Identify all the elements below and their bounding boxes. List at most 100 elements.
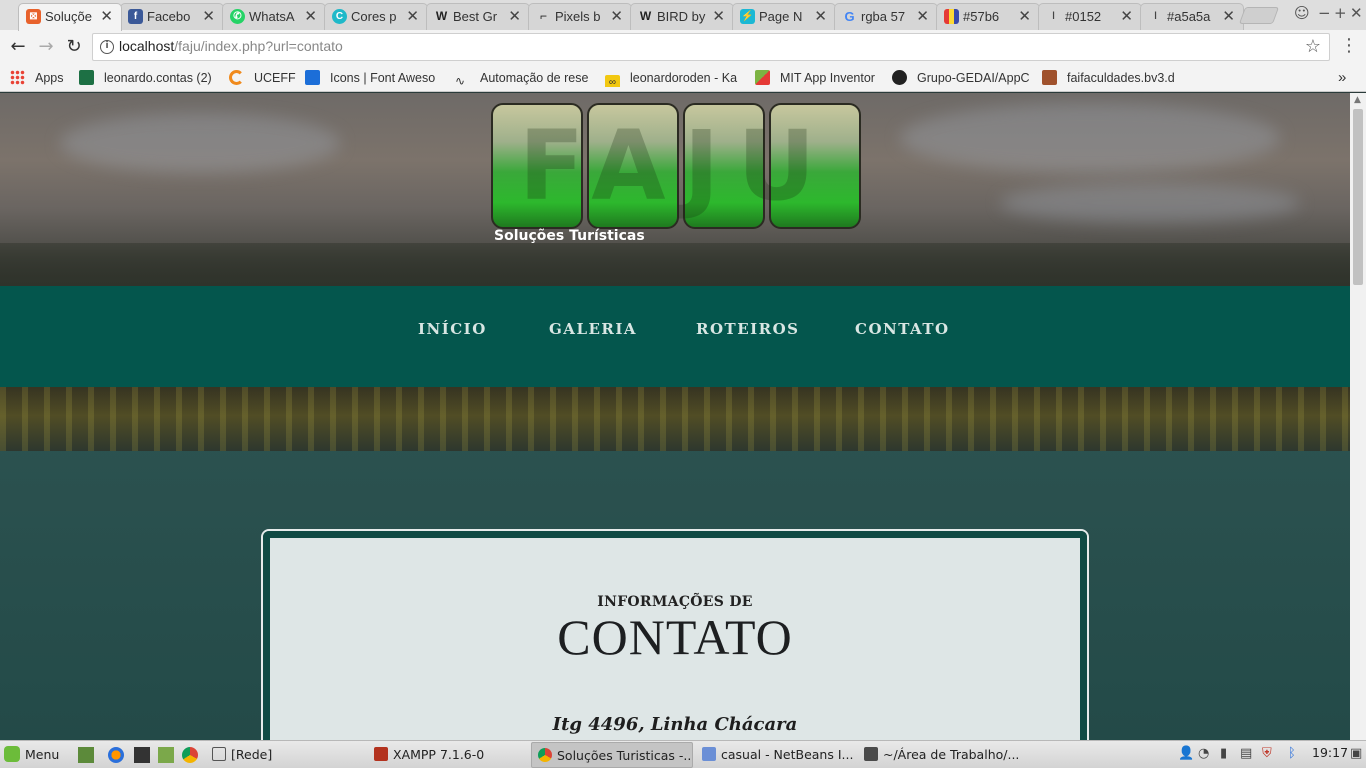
address-bar[interactable]: i localhost/faju/index.php?url=contato ☆ bbox=[92, 33, 1330, 61]
terminal-icon[interactable] bbox=[134, 747, 150, 763]
close-tab-icon[interactable]: ✕ bbox=[202, 4, 215, 29]
close-tab-icon[interactable]: ✕ bbox=[1120, 4, 1133, 29]
close-tab-icon[interactable]: ✕ bbox=[712, 4, 725, 29]
close-tab-icon[interactable]: ✕ bbox=[508, 4, 521, 29]
reload-icon[interactable]: ↻ bbox=[63, 36, 85, 58]
task-rede[interactable]: [Rede] bbox=[206, 742, 366, 768]
close-tab-icon[interactable]: ✕ bbox=[1222, 4, 1235, 29]
menu-kebab-icon[interactable]: ⋮ bbox=[1340, 35, 1358, 56]
color-bars-icon bbox=[944, 9, 959, 24]
bookmark-leonardo-contas[interactable]: leonardo.contas (2) bbox=[79, 69, 217, 87]
task-chrome-solucoes[interactable]: Soluções Turisticas -... bbox=[531, 742, 693, 768]
forward-arrow-icon[interactable]: → bbox=[35, 36, 57, 58]
tab-57b6[interactable]: #57b6 ✕ bbox=[936, 3, 1040, 30]
nav-link-contato[interactable]: CONTATO bbox=[855, 320, 950, 338]
firefox-icon[interactable] bbox=[108, 747, 124, 763]
tab-rgba[interactable]: G rgba 57 ✕ bbox=[834, 3, 938, 30]
browser-tab-strip: ⊠ Soluçõe ✕ f Facebo ✕ ✆ WhatsA ✕ C Core… bbox=[0, 0, 1366, 31]
system-taskbar: Menu [Rede] XAMPP 7.1.6-0 Soluções Turis… bbox=[0, 740, 1366, 768]
url-text[interactable]: localhost/faju/index.php?url=contato bbox=[119, 38, 343, 54]
canva-icon: C bbox=[332, 9, 347, 24]
faju-logo[interactable]: FAJU bbox=[491, 103, 861, 229]
appinventor-icon bbox=[755, 70, 770, 85]
start-menu-button[interactable]: Menu bbox=[4, 745, 68, 765]
bookmark-star-icon[interactable]: ☆ bbox=[1305, 36, 1321, 57]
tab-best-gr[interactable]: W Best Gr ✕ bbox=[426, 3, 530, 30]
bluetooth-icon[interactable]: ᛒ bbox=[1288, 746, 1296, 761]
bookmarks-overflow-icon[interactable]: » bbox=[1338, 69, 1346, 87]
scrollbar-thumb[interactable] bbox=[1353, 109, 1363, 285]
tab-facebook[interactable]: f Facebo ✕ bbox=[120, 3, 224, 30]
task-netbeans[interactable]: casual - NetBeans I... bbox=[696, 742, 856, 768]
contact-address: Itg 4496, Linha Chácara bbox=[552, 714, 798, 735]
show-desktop-icon[interactable] bbox=[78, 747, 94, 763]
bookmark-automacao[interactable]: ∿ Automação de rese bbox=[455, 69, 593, 87]
shield-icon[interactable]: ⛨ bbox=[1262, 746, 1272, 761]
tab-solucoes[interactable]: ⊠ Soluçõe ✕ bbox=[18, 3, 122, 31]
wifi-icon[interactable]: ◔ bbox=[1198, 746, 1209, 761]
maximize-icon[interactable]: + bbox=[1334, 4, 1347, 22]
close-tab-icon[interactable]: ✕ bbox=[1018, 4, 1031, 29]
excel-icon bbox=[79, 70, 94, 85]
bookmark-label: Apps bbox=[35, 71, 64, 85]
task-xampp[interactable]: XAMPP 7.1.6-0 bbox=[368, 742, 528, 768]
clipboard-icon[interactable]: ▤ bbox=[1240, 746, 1252, 761]
tab-whatsapp[interactable]: ✆ WhatsA ✕ bbox=[222, 3, 326, 30]
close-tab-icon[interactable]: ✕ bbox=[814, 4, 827, 29]
close-window-icon[interactable]: ✕ bbox=[1350, 4, 1363, 22]
whatsapp-icon: ✆ bbox=[230, 9, 245, 24]
task-label: ~/Área de Trabalho/... bbox=[883, 747, 1018, 762]
bookmark-mit-app-inventor[interactable]: MIT App Inventor bbox=[755, 69, 885, 87]
mint-logo-icon bbox=[4, 746, 20, 762]
page-scrollbar[interactable]: ▲ bbox=[1350, 93, 1366, 740]
close-tab-icon[interactable]: ✕ bbox=[406, 4, 419, 29]
tab-title: Soluçõe bbox=[45, 9, 92, 24]
logo-text: FAJU bbox=[518, 110, 834, 222]
close-tab-icon[interactable]: ✕ bbox=[304, 4, 317, 29]
close-tab-icon[interactable]: ✕ bbox=[916, 4, 929, 29]
tab-page[interactable]: ⚡ Page N ✕ bbox=[732, 3, 836, 30]
bookmark-apps[interactable]: Apps bbox=[10, 69, 70, 87]
tab-bird[interactable]: W BIRD by ✕ bbox=[630, 3, 734, 30]
user-icon[interactable]: 👤 bbox=[1178, 746, 1194, 761]
facebook-icon: f bbox=[128, 9, 143, 24]
battery-icon[interactable]: ▮ bbox=[1220, 746, 1227, 761]
arrow-icon bbox=[1042, 70, 1057, 85]
tab-title: Cores p bbox=[351, 9, 397, 24]
task-label: casual - NetBeans I... bbox=[721, 747, 854, 762]
info-icon[interactable]: i bbox=[100, 40, 114, 54]
nav-link-galeria[interactable]: GALERIA bbox=[549, 320, 637, 338]
notifications-icon[interactable]: ▣ bbox=[1350, 746, 1362, 761]
bookmark-leonardoroden[interactable]: ∞ leonardoroden - Ka bbox=[605, 69, 743, 87]
nav-link-inicio[interactable]: INÍCIO bbox=[418, 320, 487, 338]
profile-icon[interactable]: ☺ bbox=[1294, 4, 1310, 22]
back-arrow-icon[interactable]: ← bbox=[7, 36, 29, 58]
tab-a5a5[interactable]: ǀ #a5a5a ✕ bbox=[1140, 3, 1244, 30]
nav-link-roteiros[interactable]: ROTEIROS bbox=[696, 320, 800, 338]
bookmark-faifaculdades[interactable]: faifaculdades.bv3.d bbox=[1042, 69, 1182, 87]
scroll-up-icon[interactable]: ▲ bbox=[1354, 95, 1361, 105]
wave-icon: ∿ bbox=[455, 74, 466, 87]
tab-pixels[interactable]: ⌐ Pixels b ✕ bbox=[528, 3, 632, 30]
new-tab-button[interactable] bbox=[1238, 7, 1280, 24]
chrome-icon[interactable] bbox=[182, 747, 198, 763]
close-tab-icon[interactable]: ✕ bbox=[100, 4, 113, 29]
bookmark-grupo-gedai[interactable]: Grupo-GEDAI/AppC bbox=[892, 69, 1030, 87]
tab-0152[interactable]: ǀ #0152 ✕ bbox=[1038, 3, 1142, 30]
close-tab-icon[interactable]: ✕ bbox=[610, 4, 623, 29]
tab-title: Page N bbox=[759, 9, 803, 24]
bookmark-uceff[interactable]: UCEFF bbox=[229, 69, 299, 87]
contact-title: CONTATO bbox=[557, 609, 793, 665]
folder-icon[interactable] bbox=[158, 747, 174, 763]
minimize-icon[interactable]: − bbox=[1318, 4, 1331, 22]
contact-card: INFORMAÇÕES DE CONTATO Itg 4496, Linha C… bbox=[263, 531, 1087, 740]
bookmark-label: faifaculdades.bv3.d bbox=[1067, 71, 1175, 85]
bookmark-font-awesome[interactable]: Icons | Font Aweso bbox=[305, 69, 443, 87]
webflow-icon: W bbox=[639, 9, 652, 23]
network-icon bbox=[212, 747, 226, 761]
task-label: XAMPP 7.1.6-0 bbox=[393, 747, 485, 762]
cloud-shape bbox=[1000, 183, 1300, 223]
tab-cores[interactable]: C Cores p ✕ bbox=[324, 3, 428, 30]
task-sublime[interactable]: ~/Área de Trabalho/... bbox=[858, 742, 1018, 768]
clock[interactable]: 19:17 bbox=[1312, 745, 1348, 760]
